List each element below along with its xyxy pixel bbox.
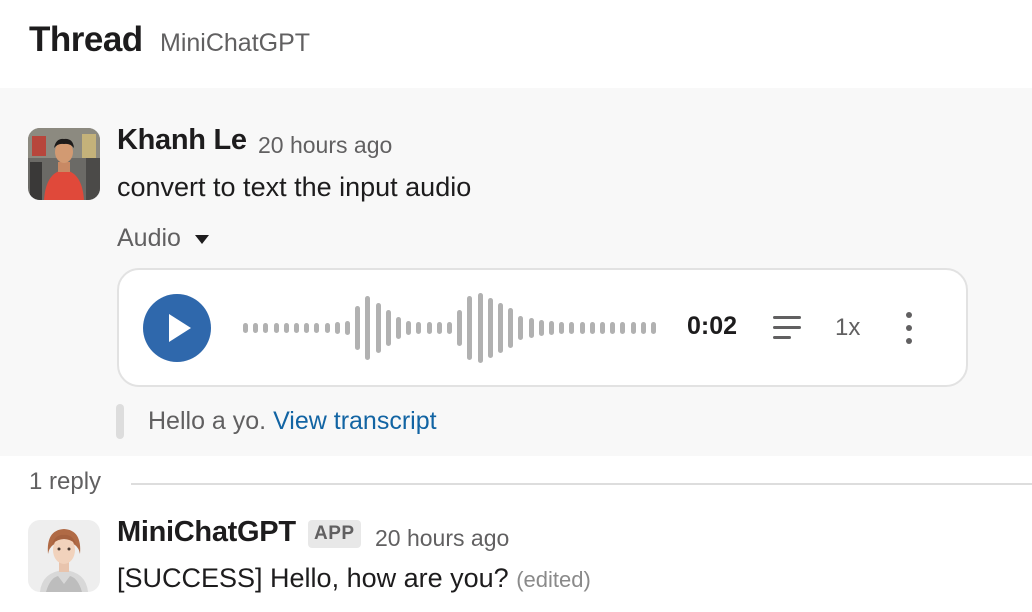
waveform-bar: [600, 322, 605, 334]
audio-duration: 0:02: [687, 312, 738, 340]
waveform-bar: [385, 310, 391, 346]
page-title: Thread: [29, 20, 143, 59]
parent-message: Khanh Le 20 hours ago convert to text th…: [0, 88, 1032, 456]
waveform-bar: [253, 323, 259, 333]
waveform-bar: [518, 316, 524, 340]
audio-label: Audio: [117, 224, 181, 252]
play-button[interactable]: [143, 294, 211, 362]
waveform-bar: [651, 322, 656, 334]
waveform-bar: [589, 322, 595, 334]
divider-line: [131, 483, 1032, 485]
app-badge: APP: [308, 520, 361, 548]
waveform-bar: [273, 323, 279, 333]
message-text: convert to text the input audio: [117, 172, 472, 202]
play-icon: [169, 314, 191, 342]
waveform-bar: [620, 322, 626, 334]
avatar[interactable]: [28, 128, 100, 200]
waveform-bar: [467, 296, 473, 360]
waveform-bar: [487, 298, 493, 358]
reply-divider: 1 reply: [0, 456, 1032, 512]
waveform-bar: [549, 321, 554, 335]
waveform-bar: [283, 323, 289, 333]
waveform-bar: [355, 306, 361, 350]
waveform-bar: [294, 323, 299, 333]
waveform-bar: [396, 317, 401, 339]
waveform-bar: [528, 318, 534, 338]
waveform-bar: [406, 321, 412, 335]
waveform-bar: [263, 323, 269, 333]
waveform-bar: [640, 322, 646, 334]
waveform-bar: [426, 322, 432, 334]
waveform-bar: [436, 322, 442, 334]
transcript-preview-text: Hello a yo.: [148, 407, 267, 435]
transcript-quote-bar: [116, 404, 124, 439]
reply-text: [SUCCESS] Hello, how are you?: [117, 563, 509, 593]
waveform-bar: [345, 321, 350, 335]
more-vertical-icon[interactable]: [903, 312, 915, 346]
thread-header: Thread MiniChatGPT: [0, 0, 1032, 88]
waveform-bar: [375, 303, 381, 353]
waveform-bar: [610, 322, 616, 334]
waveform-bar: [365, 296, 371, 360]
reply-text-row: [SUCCESS] Hello, how are you? (edited): [117, 563, 591, 594]
caret-down-icon: [194, 235, 209, 244]
edited-label: (edited): [516, 567, 591, 592]
audio-player: 0:02 1x: [117, 268, 968, 387]
waveform-bar: [416, 322, 422, 334]
transcript-icon[interactable]: [773, 316, 801, 340]
waveform-bar: [324, 323, 330, 333]
channel-name[interactable]: MiniChatGPT: [160, 29, 310, 58]
waveform-bar: [447, 322, 452, 334]
waveform-bar: [569, 322, 575, 334]
waveform-bar: [498, 303, 503, 353]
waveform-bar: [243, 323, 248, 333]
audio-waveform[interactable]: [243, 292, 663, 364]
waveform-bar: [630, 322, 636, 334]
audio-attachment-toggle[interactable]: Audio: [117, 224, 209, 253]
waveform-bar: [334, 322, 340, 334]
waveform-bar: [538, 320, 544, 336]
transcript-preview: Hello a yo. View transcript: [148, 407, 437, 436]
reply-author[interactable]: MiniChatGPT: [117, 516, 296, 549]
view-transcript-link[interactable]: View transcript: [273, 407, 437, 435]
waveform-bar: [314, 323, 320, 333]
waveform-bar: [508, 308, 514, 348]
reply-timestamp[interactable]: 20 hours ago: [375, 525, 509, 552]
bot-avatar[interactable]: [28, 520, 100, 592]
waveform-bar: [477, 293, 483, 363]
playback-speed-button[interactable]: 1x: [835, 314, 860, 342]
message-author[interactable]: Khanh Le: [117, 124, 247, 157]
waveform-bar: [304, 323, 310, 333]
waveform-bar: [579, 322, 585, 334]
message-timestamp[interactable]: 20 hours ago: [258, 132, 392, 159]
waveform-bar: [457, 310, 463, 346]
waveform-bar: [559, 322, 565, 334]
reply-count: 1 reply: [29, 468, 102, 495]
